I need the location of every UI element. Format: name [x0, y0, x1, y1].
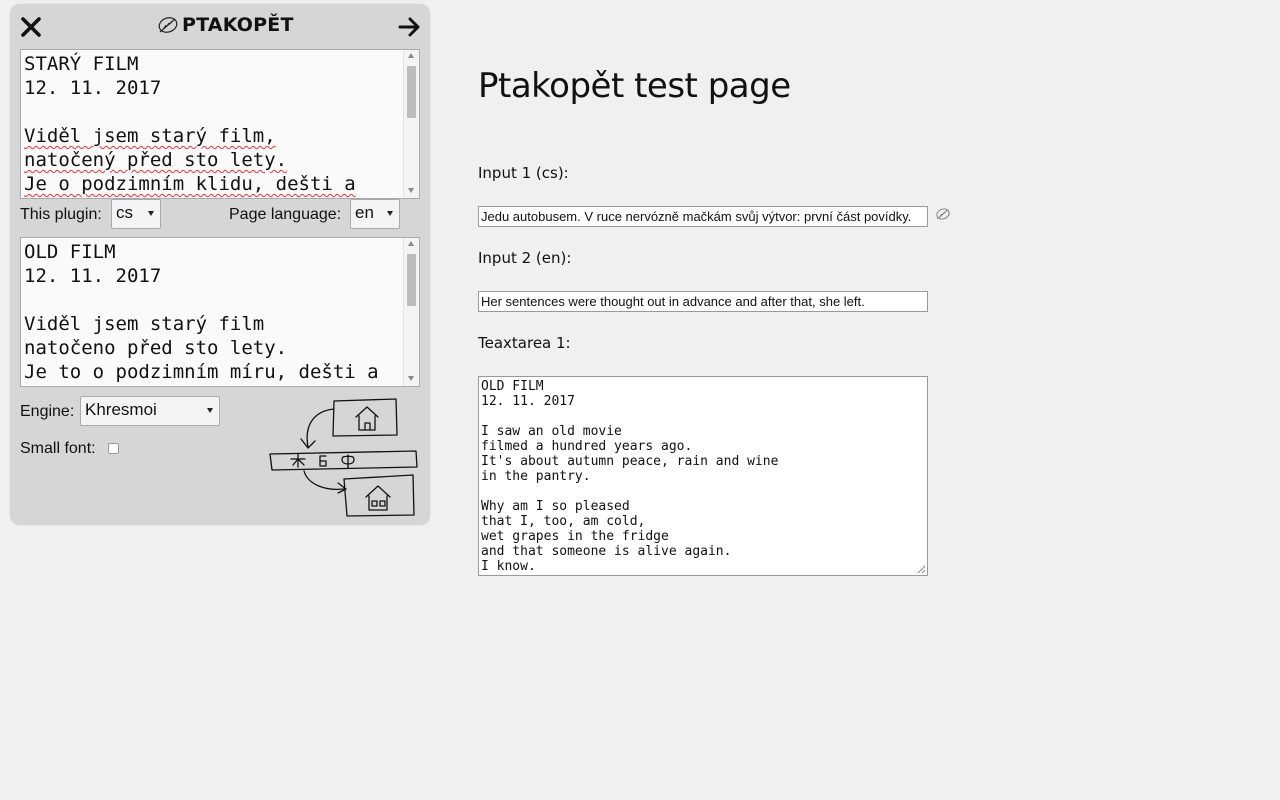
- this-plugin-label: This plugin:: [20, 206, 102, 223]
- text-line: Je o podzimním klidu, dešti a: [24, 173, 356, 195]
- text-line: STARÝ FILM: [24, 53, 139, 75]
- page-title: Ptakopět test page: [478, 66, 791, 106]
- text-line: natočeno před sto lety.: [24, 337, 288, 359]
- plugin-logo: PTAKOPĚT: [157, 14, 294, 36]
- small-font-label: Small font:: [20, 440, 96, 457]
- page-language-select[interactable]: en: [350, 199, 400, 229]
- input2-field[interactable]: Her sentences were thought out in advanc…: [478, 291, 928, 312]
- text-line: Viděl jsem starý film: [24, 313, 265, 335]
- textarea1-field[interactable]: OLD FILM 12. 11. 2017 I saw an old movie…: [478, 376, 928, 576]
- scroll-up-icon[interactable]: [408, 53, 414, 58]
- textarea1-text: OLD FILM 12. 11. 2017 I saw an old movie…: [481, 379, 779, 574]
- textarea1-label: Teaxtarea 1:: [478, 334, 571, 352]
- chevron-down-icon: [207, 408, 213, 413]
- small-font-checkbox[interactable]: [108, 443, 119, 454]
- text-line: 12. 11. 2017: [24, 265, 162, 287]
- scrollbar[interactable]: [403, 238, 419, 386]
- source-text: STARÝ FILM 12. 11. 2017 Viděl jsem starý…: [24, 52, 401, 196]
- page-language-value: en: [355, 203, 374, 222]
- this-plugin-select[interactable]: cs: [111, 199, 161, 229]
- text-line: OLD FILM: [24, 241, 116, 263]
- output-text: OLD FILM 12. 11. 2017 Viděl jsem starý f…: [24, 240, 401, 384]
- page-language-label: Page language:: [229, 206, 342, 223]
- chevron-down-icon: [148, 211, 154, 216]
- text-line: natočený před sto lety.: [24, 149, 288, 171]
- translation-sketch-icon: [269, 398, 418, 517]
- feather-icon: [158, 17, 178, 33]
- output-textarea[interactable]: OLD FILM 12. 11. 2017 Viděl jsem starý f…: [20, 237, 420, 387]
- source-textarea[interactable]: STARÝ FILM 12. 11. 2017 Viděl jsem starý…: [20, 49, 420, 199]
- chevron-down-icon: [387, 211, 393, 216]
- this-plugin-value: cs: [116, 203, 133, 222]
- engine-label: Engine:: [20, 403, 75, 420]
- close-icon: [21, 17, 41, 37]
- ptakopet-panel: PTAKOPĚT STARÝ FILM 12. 11. 2017 Viděl j…: [10, 4, 430, 525]
- scroll-up-icon[interactable]: [408, 241, 414, 246]
- resize-grip-icon[interactable]: [917, 565, 926, 574]
- engine-select[interactable]: Khresmoi: [80, 396, 220, 426]
- scroll-thumb[interactable]: [407, 254, 416, 306]
- scroll-thumb[interactable]: [407, 66, 416, 118]
- text-line: Viděl jsem starý film,: [24, 125, 276, 147]
- text-line: 12. 11. 2017: [24, 77, 162, 99]
- engine-value: Khresmoi: [85, 400, 157, 419]
- scroll-down-icon[interactable]: [408, 376, 414, 381]
- close-button[interactable]: [20, 16, 42, 38]
- scroll-down-icon[interactable]: [408, 188, 414, 193]
- text-line: Je to o podzimním míru, dešti a: [24, 361, 379, 383]
- input2-label: Input 2 (en):: [478, 249, 572, 267]
- arrow-right-icon: [398, 17, 420, 37]
- plugin-name: PTAKOPĚT: [182, 14, 294, 36]
- input1-field[interactable]: Jedu autobusem. V ruce nervózně mačkám s…: [478, 206, 928, 227]
- arrow-button[interactable]: [398, 15, 422, 39]
- feather-icon[interactable]: [935, 207, 951, 221]
- scrollbar[interactable]: [403, 50, 419, 198]
- input1-label: Input 1 (cs):: [478, 164, 569, 182]
